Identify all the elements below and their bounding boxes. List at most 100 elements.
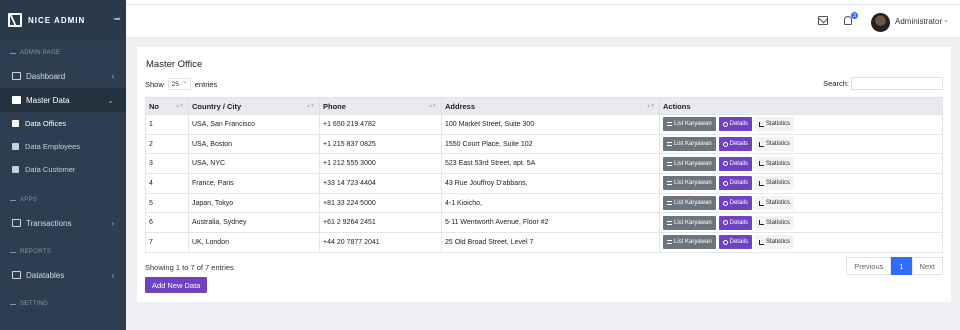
grid-icon — [12, 271, 21, 279]
bar-chart-icon — [758, 141, 764, 147]
cell-address: 43 Rue Jouffroy D'abbans, — [441, 173, 660, 194]
sidebar-item-master-data[interactable]: Master Data ⌄ — [0, 88, 126, 112]
sidebar-item-datatables[interactable]: Datatables › — [0, 263, 126, 287]
list-icon — [667, 201, 672, 206]
pagination-previous[interactable]: Previous — [846, 257, 892, 275]
statistics-button[interactable]: Statistics — [754, 117, 794, 132]
cell-country-city: USA, NYC — [188, 153, 320, 175]
search-input[interactable] — [851, 77, 943, 90]
bar-chart-icon — [758, 220, 764, 226]
table-row: 5 Japan, Tokyo +81 33 224 5000 4-1 Kioicho,… — [145, 192, 943, 214]
column-header-phone[interactable]: Phone ▲▼ — [319, 97, 442, 115]
page-title: Master Office — [146, 59, 203, 70]
list-karyawan-button[interactable]: List Karyawan — [663, 176, 716, 191]
column-header-country[interactable]: Country / City ▲▼ — [188, 97, 320, 115]
details-button[interactable]: Details — [718, 235, 752, 250]
details-button[interactable]: Details — [718, 196, 752, 211]
cell-phone: +61 2 9264 2451 — [319, 212, 442, 234]
cell-country-city: UK, London — [188, 232, 320, 253]
offices-table: No ▲▼ Country / City ▲▼ Phone ▲▼ Address ▲▼ … — [145, 97, 943, 253]
details-button[interactable]: Details — [718, 117, 752, 132]
brand[interactable]: NICE ADMIN ⭲ — [0, 0, 126, 40]
sidebar-subitem-data-customer[interactable]: Data Customer — [0, 158, 126, 181]
mail-icon[interactable] — [818, 16, 828, 25]
entries-label: entries — [194, 79, 218, 89]
key-icon[interactable]: ⭲ — [113, 12, 120, 28]
cell-phone: +44 20 7877 2041 — [319, 232, 442, 253]
list-karyawan-button[interactable]: List Karyawan — [663, 215, 716, 230]
user-name[interactable]: Administrator — [895, 17, 942, 26]
cell-phone: +1 215 837 0825 — [319, 133, 442, 155]
pagination: Previous 1 Next — [846, 257, 943, 275]
cell-phone: +1 650 219 4782 — [319, 114, 442, 135]
sidebar-item-dashboard[interactable]: Dashboard › — [0, 64, 126, 88]
statistics-button[interactable]: Statistics — [754, 196, 794, 211]
info-icon — [722, 200, 728, 206]
bar-chart-icon — [758, 200, 764, 206]
search-label: Search: — [823, 79, 849, 88]
list-icon — [12, 166, 19, 173]
page-size-select[interactable]: 25 — [167, 77, 191, 90]
cell-actions: List Karyawan Details Statistics — [659, 212, 943, 234]
cell-no: 2 — [145, 133, 189, 155]
info-icon — [722, 220, 728, 226]
cell-no: 4 — [145, 173, 189, 194]
sidebar-item-transactions[interactable]: Transactions › — [0, 211, 126, 235]
section-admin-page: ADMIN PAGE — [0, 46, 126, 60]
sidebar-subitem-label: Data Customer — [25, 165, 76, 174]
list-karyawan-button[interactable]: List Karyawan — [663, 235, 716, 250]
cell-no: 6 — [145, 212, 189, 234]
list-karyawan-button[interactable]: List Karyawan — [663, 137, 716, 152]
master-office-card: Master Office Show 25 entries Search: No… — [137, 47, 951, 302]
column-header-address[interactable]: Address ▲▼ — [441, 97, 660, 115]
cell-phone: +33 14 723 4404 — [319, 173, 442, 194]
sidebar-subitem-data-offices[interactable]: Data Offices — [0, 112, 126, 135]
chevron-down-icon[interactable]: ⌄ — [943, 16, 949, 24]
list-icon — [667, 142, 672, 147]
sort-icon: ▲▼ — [175, 103, 184, 109]
pagination-page-1[interactable]: 1 — [891, 257, 912, 275]
cell-country-city: France, Paris — [188, 173, 320, 194]
column-header-no[interactable]: No ▲▼ — [145, 97, 189, 115]
list-karyawan-button[interactable]: List Karyawan — [663, 156, 716, 171]
sidebar-subitem-label: Data Employees — [25, 142, 81, 151]
details-button[interactable]: Details — [718, 176, 752, 191]
info-icon — [722, 161, 728, 167]
section-reports: REPORTS — [0, 245, 126, 259]
statistics-button[interactable]: Statistics — [754, 156, 794, 171]
table-row: 2 USA, Boston +1 215 837 0825 1550 Court Pl… — [145, 133, 943, 155]
cell-country-city: Australia, Sydney — [188, 212, 320, 234]
statistics-button[interactable]: Statistics — [754, 137, 794, 152]
table-row: 4 France, Paris +33 14 723 4404 43 Rue Jouf… — [145, 173, 943, 194]
add-new-data-button[interactable]: Add New Data — [145, 277, 208, 293]
cell-actions: List Karyawan Details Statistics — [659, 232, 943, 253]
statistics-button[interactable]: Statistics — [754, 176, 794, 191]
sidebar-item-label: Master Data — [26, 95, 70, 105]
sort-icon: ▲▼ — [646, 103, 655, 109]
cell-no: 3 — [145, 153, 189, 175]
pagination-next[interactable]: Next — [911, 257, 943, 275]
sort-icon: ▲▼ — [306, 103, 315, 109]
cell-phone: +1 212 555 3000 — [319, 153, 442, 175]
cell-actions: List Karyawan Details Statistics — [659, 133, 943, 155]
list-icon — [667, 181, 672, 186]
list-karyawan-button[interactable]: List Karyawan — [663, 196, 716, 211]
table-row: 1 USA, San Francisco +1 650 219 4782 100 Ma… — [145, 114, 943, 135]
bar-chart-icon — [758, 180, 764, 186]
details-button[interactable]: Details — [718, 137, 752, 152]
details-button[interactable]: Details — [718, 215, 752, 230]
building-icon — [12, 120, 19, 127]
list-karyawan-button[interactable]: List Karyawan — [663, 117, 716, 132]
sidebar-subitem-data-employees[interactable]: Data Employees — [0, 135, 126, 158]
avatar[interactable] — [871, 13, 890, 32]
app-title: NICE ADMIN — [28, 15, 86, 25]
list-icon — [667, 240, 672, 245]
details-button[interactable]: Details — [718, 156, 752, 171]
statistics-button[interactable]: Statistics — [754, 235, 794, 250]
page-size-control: Show 25 entries — [145, 77, 218, 90]
table-info: Showing 1 to 7 of 7 entries — [145, 263, 234, 272]
sort-icon: ▲▼ — [428, 103, 437, 109]
statistics-button[interactable]: Statistics — [754, 215, 794, 230]
info-icon — [722, 180, 728, 186]
table-body: 1 USA, San Francisco +1 650 219 4782 100 Ma… — [145, 114, 943, 253]
